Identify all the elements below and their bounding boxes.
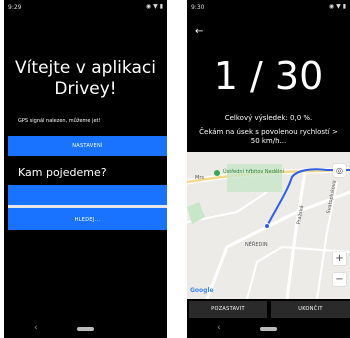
battery-icon: ▮ xyxy=(342,3,346,10)
waiting-text: Čekám na úsek s povolenou rychlostí > 50… xyxy=(199,128,338,145)
status-bar: 9:29 ◉ ▼ ▮ xyxy=(4,0,167,14)
nav-back-icon[interactable]: ‹ xyxy=(217,323,221,333)
location-icon: ◉ xyxy=(328,3,335,10)
zoom-in-button[interactable]: + xyxy=(333,252,346,265)
wifi-icon: ▼ xyxy=(336,3,341,10)
gps-status-text: GPS signál nalezen, můžeme jet! xyxy=(18,118,101,124)
drive-screen: 9:30 ◉ ▼ ▮ ← 1 / 30 Celkový výsledek: 0,… xyxy=(187,0,350,338)
street-label: Mrs xyxy=(195,175,204,181)
status-bar: 9:30 ◉ ▼ ▮ xyxy=(187,0,350,14)
nav-back-icon[interactable]: ‹ xyxy=(34,323,38,333)
battery-icon: ▮ xyxy=(159,3,163,10)
back-arrow-icon[interactable]: ← xyxy=(195,26,203,37)
status-icons: ◉ ▼ ▮ xyxy=(329,3,346,10)
navigation-bar: ‹ xyxy=(4,320,167,338)
nav-home-pill[interactable] xyxy=(77,327,94,331)
status-time: 9:29 xyxy=(8,4,22,11)
end-button[interactable]: UKONČIT xyxy=(271,301,350,318)
zoom-out-button[interactable]: − xyxy=(333,273,346,286)
my-location-icon[interactable]: ◎ xyxy=(333,164,346,177)
destination-input[interactable] xyxy=(8,185,167,205)
welcome-line-1: Vítejte v aplikaci xyxy=(15,58,156,78)
total-result-text: Celkový výsledek: 0,0 %. xyxy=(224,114,313,122)
navigation-bar: ‹ xyxy=(187,320,350,338)
poi-label: Ústřední hřbitov Nedělní xyxy=(223,169,284,175)
nav-home-pill[interactable] xyxy=(260,327,277,331)
google-logo: Google xyxy=(190,287,214,294)
welcome-screen: 9:29 ◉ ▼ ▮ Vítejte v aplikaci Drivey! GP… xyxy=(4,0,167,338)
settings-button[interactable]: NASTAVENÍ xyxy=(8,136,167,156)
pause-button[interactable]: POZASTAVIT xyxy=(189,301,267,318)
district-label: NĚŘEDIN xyxy=(245,242,268,248)
welcome-line-2: Drivey! xyxy=(54,79,117,99)
status-time: 9:30 xyxy=(191,4,205,11)
wifi-icon: ▼ xyxy=(153,3,158,10)
segment-counter: 1 / 30 xyxy=(213,54,324,98)
destination-question: Kam pojedeme? xyxy=(18,166,107,179)
status-icons: ◉ ▼ ▮ xyxy=(146,3,163,10)
map-view[interactable]: Ústřední hřbitov Nedělní Mrs Pražská Sva… xyxy=(187,152,350,299)
current-position-marker xyxy=(264,223,270,229)
search-button[interactable]: HLEDEJ... xyxy=(8,210,167,230)
location-icon: ◉ xyxy=(145,3,152,10)
welcome-title: Vítejte v aplikaci Drivey! xyxy=(4,58,167,100)
